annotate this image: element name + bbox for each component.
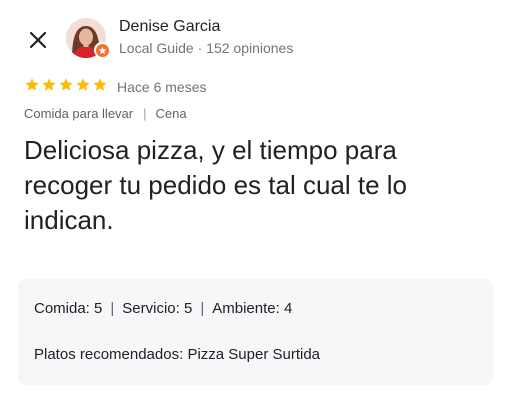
tag-divider: | bbox=[143, 106, 147, 121]
food-rating-value: 5 bbox=[94, 300, 103, 317]
star-icon bbox=[25, 78, 39, 91]
rating-divider: | bbox=[200, 300, 205, 317]
avatar[interactable] bbox=[66, 18, 110, 58]
reviewer-name[interactable]: Denise Garcia bbox=[119, 18, 220, 36]
star-icon bbox=[59, 78, 73, 91]
close-icon bbox=[29, 31, 47, 49]
review-time: Hace 6 meses bbox=[117, 79, 207, 95]
star-rating bbox=[24, 77, 108, 93]
recommended-dishes: Platos recomendados: Pizza Super Surtida bbox=[34, 346, 320, 363]
reviewer-meta: Local Guide · 152 opiniones bbox=[119, 40, 294, 56]
recommended-dishes-label: Platos recomendados: bbox=[34, 346, 184, 363]
service-rating-value: 5 bbox=[183, 300, 193, 317]
service-rating-label: Servicio: bbox=[122, 300, 180, 317]
ambience-rating-label: Ambiente: bbox=[212, 300, 280, 317]
tag-takeout: Comida para llevar bbox=[24, 106, 134, 121]
ratings-card: Comida: 5 | Servicio: 5 | Ambiente: 4 Pl… bbox=[18, 279, 493, 385]
close-button[interactable] bbox=[22, 24, 54, 56]
sub-ratings: Comida: 5 | Servicio: 5 | Ambiente: 4 bbox=[34, 300, 292, 317]
star-icon bbox=[93, 78, 107, 91]
review-tags: Comida para llevar | Cena bbox=[24, 106, 187, 121]
review-text: Deliciosa pizza, y el tiempo para recoge… bbox=[24, 135, 408, 235]
local-guide-badge-icon bbox=[94, 42, 110, 58]
rating-divider: | bbox=[110, 300, 115, 317]
ambience-rating-value: 4 bbox=[283, 300, 293, 317]
star-icon bbox=[76, 78, 90, 91]
recommended-dishes-value: Pizza Super Surtida bbox=[187, 346, 321, 363]
star-icon bbox=[42, 78, 56, 91]
food-rating-label: Comida: bbox=[34, 300, 90, 317]
tag-dinner: Cena bbox=[155, 106, 187, 121]
